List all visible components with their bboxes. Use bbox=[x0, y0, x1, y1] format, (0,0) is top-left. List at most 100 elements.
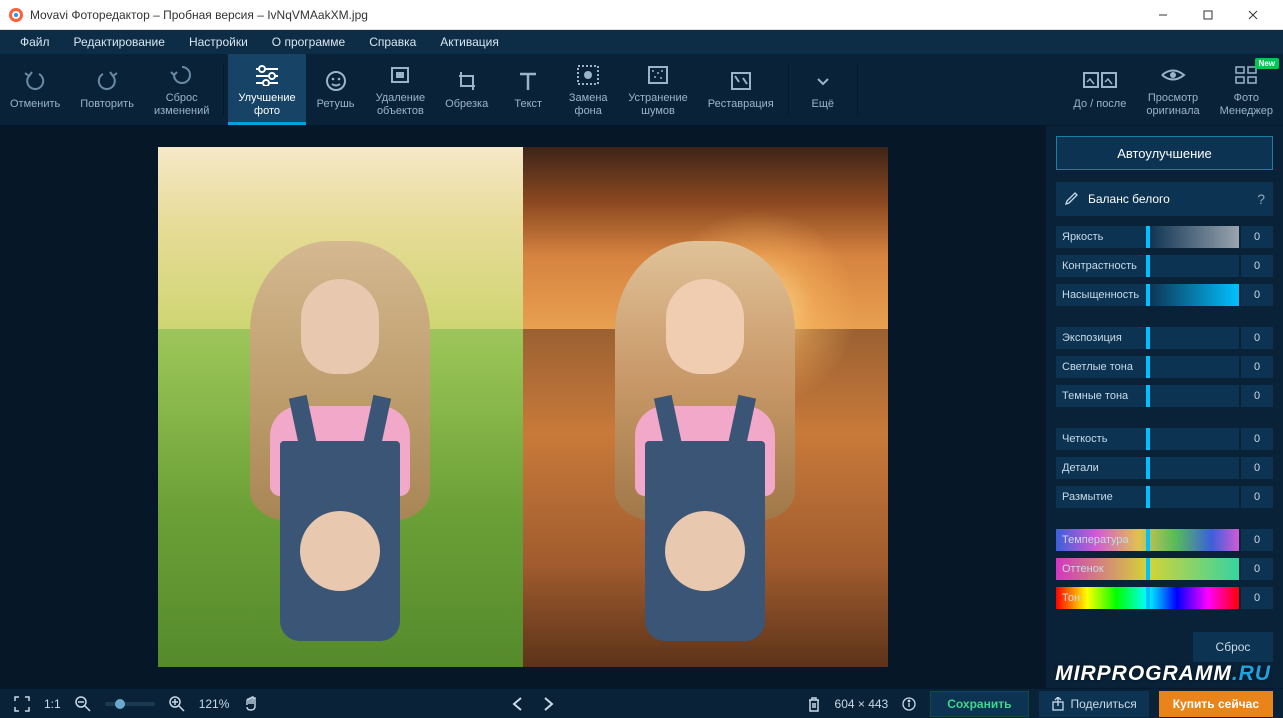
temperature-slider[interactable]: Температура bbox=[1056, 529, 1239, 551]
hue-slider[interactable]: Тон bbox=[1056, 587, 1239, 609]
fit-label[interactable]: 1:1 bbox=[44, 697, 61, 711]
highlights-value[interactable]: 0 bbox=[1241, 356, 1273, 378]
restore-button[interactable]: Реставрация bbox=[698, 54, 784, 125]
zoom-out-button[interactable] bbox=[71, 692, 95, 716]
image-before bbox=[158, 147, 523, 667]
wb-label: Баланс белого bbox=[1088, 192, 1170, 206]
zoom-in-button[interactable] bbox=[165, 692, 189, 716]
restore-icon bbox=[729, 68, 753, 94]
shadows-slider[interactable]: Темные тона bbox=[1056, 385, 1239, 407]
slider-group-color: Температура0 Оттенок0 Тон0 bbox=[1056, 527, 1273, 614]
dimensions-label: 604 × 443 bbox=[835, 697, 889, 711]
share-button[interactable]: Поделиться bbox=[1039, 691, 1149, 717]
menu-settings[interactable]: Настройки bbox=[177, 32, 260, 52]
eyedropper-icon bbox=[1064, 192, 1078, 206]
zoom-slider[interactable] bbox=[105, 702, 155, 706]
slider-group-detail: Четкость0 Детали0 Размытие0 bbox=[1056, 426, 1273, 513]
undo-icon bbox=[23, 68, 47, 94]
shadows-value[interactable]: 0 bbox=[1241, 385, 1273, 407]
help-icon[interactable]: ? bbox=[1257, 191, 1265, 207]
blur-value[interactable]: 0 bbox=[1241, 486, 1273, 508]
prev-button[interactable] bbox=[508, 693, 528, 715]
blur-slider[interactable]: Размытие bbox=[1056, 486, 1239, 508]
image-after bbox=[523, 147, 888, 667]
exposure-value[interactable]: 0 bbox=[1241, 327, 1273, 349]
menu-help[interactable]: Справка bbox=[357, 32, 428, 52]
auto-enhance-button[interactable]: Автоулучшение bbox=[1056, 136, 1273, 170]
details-value[interactable]: 0 bbox=[1241, 457, 1273, 479]
new-badge: New bbox=[1255, 58, 1279, 69]
highlights-slider[interactable]: Светлые тона bbox=[1056, 356, 1239, 378]
tint-value[interactable]: 0 bbox=[1241, 558, 1273, 580]
workspace: Автоулучшение Баланс белого ? Яркость0 К… bbox=[0, 126, 1283, 688]
menu-activation[interactable]: Активация bbox=[428, 32, 511, 52]
white-balance-header[interactable]: Баланс белого ? bbox=[1056, 182, 1273, 216]
menubar: Файл Редактирование Настройки О программ… bbox=[0, 30, 1283, 54]
buy-button[interactable]: Купить сейчас bbox=[1159, 691, 1273, 717]
saturation-value[interactable]: 0 bbox=[1241, 284, 1273, 306]
eye-icon bbox=[1160, 62, 1186, 88]
maximize-button[interactable] bbox=[1185, 1, 1230, 29]
toolbar: Отменить Повторить Сброс изменений Улучш… bbox=[0, 54, 1283, 126]
menu-file[interactable]: Файл bbox=[8, 32, 62, 52]
redo-button[interactable]: Повторить bbox=[70, 54, 144, 125]
text-icon bbox=[516, 68, 540, 94]
crop-button[interactable]: Обрезка bbox=[435, 54, 498, 125]
next-button[interactable] bbox=[538, 693, 558, 715]
temperature-value[interactable]: 0 bbox=[1241, 529, 1273, 551]
sharpness-value[interactable]: 0 bbox=[1241, 428, 1273, 450]
hand-tool-button[interactable] bbox=[239, 692, 263, 716]
more-button[interactable]: Ещё bbox=[793, 54, 853, 125]
menu-edit[interactable]: Редактирование bbox=[62, 32, 177, 52]
slider-group-basic: Яркость0 Контрастность0 Насыщенность0 bbox=[1056, 224, 1273, 311]
zoom-value: 121% bbox=[199, 697, 230, 711]
exposure-slider[interactable]: Экспозиция bbox=[1056, 327, 1239, 349]
background-icon bbox=[576, 62, 600, 88]
reset-icon bbox=[170, 62, 194, 88]
reset-button[interactable]: Сброс bbox=[1193, 632, 1273, 662]
chevron-down-icon bbox=[815, 68, 831, 94]
delete-button[interactable] bbox=[803, 692, 825, 716]
contrast-value[interactable]: 0 bbox=[1241, 255, 1273, 277]
save-button[interactable]: Сохранить bbox=[930, 691, 1028, 717]
saturation-slider[interactable]: Насыщенность bbox=[1056, 284, 1239, 306]
denoise-button[interactable]: Устранение шумов bbox=[618, 54, 698, 125]
sliders-icon bbox=[254, 62, 280, 88]
tint-slider[interactable]: Оттенок bbox=[1056, 558, 1239, 580]
close-button[interactable] bbox=[1230, 1, 1275, 29]
retouch-button[interactable]: Ретушь bbox=[306, 54, 366, 125]
before-after-view bbox=[158, 147, 888, 667]
photo-manager-button[interactable]: New Фото Менеджер bbox=[1210, 54, 1283, 125]
canvas-area[interactable] bbox=[0, 126, 1045, 688]
adjustments-panel: Автоулучшение Баланс белого ? Яркость0 К… bbox=[1045, 126, 1283, 688]
brightness-value[interactable]: 0 bbox=[1241, 226, 1273, 248]
before-after-button[interactable]: До / после bbox=[1063, 54, 1136, 125]
titlebar: Movavi Фоторедактор – Пробная версия – I… bbox=[0, 0, 1283, 30]
background-button[interactable]: Замена фона bbox=[558, 54, 618, 125]
reset-changes-button[interactable]: Сброс изменений bbox=[144, 54, 219, 125]
noise-icon bbox=[646, 62, 670, 88]
sharpness-slider[interactable]: Четкость bbox=[1056, 428, 1239, 450]
enhance-button[interactable]: Улучшение фото bbox=[228, 54, 305, 125]
face-icon bbox=[324, 68, 348, 94]
hue-value[interactable]: 0 bbox=[1241, 587, 1273, 609]
window-title: Movavi Фоторедактор – Пробная версия – I… bbox=[30, 8, 1140, 22]
contrast-slider[interactable]: Контрастность bbox=[1056, 255, 1239, 277]
info-button[interactable] bbox=[898, 693, 920, 715]
object-removal-button[interactable]: Удаление объектов bbox=[366, 54, 436, 125]
app-icon bbox=[8, 7, 24, 23]
view-original-button[interactable]: Просмотр оригинала bbox=[1136, 54, 1209, 125]
details-slider[interactable]: Детали bbox=[1056, 457, 1239, 479]
redo-icon bbox=[95, 68, 119, 94]
fullscreen-button[interactable] bbox=[10, 692, 34, 716]
crop-icon bbox=[455, 68, 479, 94]
menu-about[interactable]: О программе bbox=[260, 32, 357, 52]
minimize-button[interactable] bbox=[1140, 1, 1185, 29]
slider-group-exposure: Экспозиция0 Светлые тона0 Темные тона0 bbox=[1056, 325, 1273, 412]
undo-button[interactable]: Отменить bbox=[0, 54, 70, 125]
text-button[interactable]: Текст bbox=[498, 54, 558, 125]
brightness-slider[interactable]: Яркость bbox=[1056, 226, 1239, 248]
statusbar: 1:1 121% 604 × 443 Сохранить Поделиться … bbox=[0, 688, 1283, 718]
eraser-icon bbox=[388, 62, 412, 88]
compare-icon bbox=[1083, 68, 1117, 94]
